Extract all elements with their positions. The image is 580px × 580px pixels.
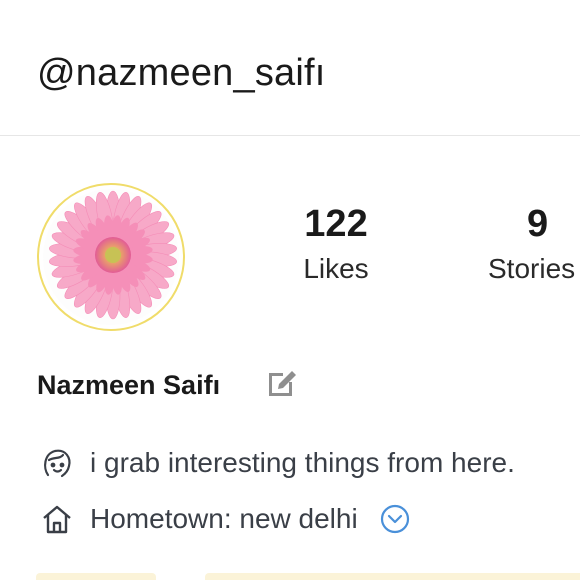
stories-count: 9: [527, 203, 549, 245]
likes-label: Likes: [303, 253, 369, 284]
highlight-item[interactable]: [205, 573, 580, 580]
likes-count: 122: [304, 203, 368, 245]
edit-icon[interactable]: [265, 366, 299, 405]
profile-page: @nazmeen_saifı 122 Likes 9 Stories Nazme…: [0, 0, 580, 580]
avatar[interactable]: [37, 183, 185, 331]
bio-text: i grab interesting things from here.: [90, 447, 515, 478]
bio-line: i grab interesting things from here.: [40, 446, 515, 480]
chevron-down-circle-icon[interactable]: [380, 504, 410, 534]
stories-stat[interactable]: 9 Stories: [488, 205, 580, 283]
home-icon: [43, 505, 71, 534]
profile-header: @nazmeen_saifı: [0, 0, 580, 136]
display-name: Nazmeen Saifı: [37, 370, 221, 400]
face-icon: [44, 449, 71, 478]
likes-stat[interactable]: 122 Likes: [290, 205, 382, 283]
stories-label: Stories: [488, 253, 576, 284]
highlight-item[interactable]: [36, 573, 156, 580]
flower-avatar-image: [43, 189, 179, 325]
hometown-text: Hometown: new delhi: [90, 503, 358, 534]
username-title: @nazmeen_saifı: [37, 52, 326, 94]
hometown-line: Hometown: new delhi: [40, 502, 410, 536]
